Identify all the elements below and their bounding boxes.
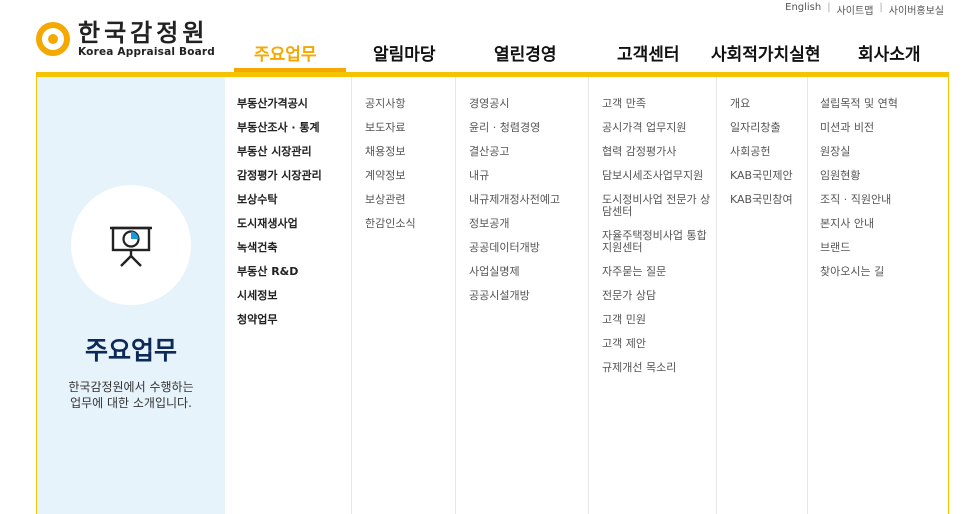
menu-column-social-value: 개요일자리창출사회공헌 KAB국민제안 KAB국민참여 <box>716 77 807 514</box>
menu-item[interactable]: 공공데이터개방 <box>469 242 588 254</box>
menu-item[interactable]: 감정평가 시장관리 <box>237 170 351 182</box>
menu-item[interactable]: 보상수탁 <box>237 194 351 206</box>
section-description: 한국감정원에서 수행하는 업무에 대한 소개입니다. <box>37 379 225 411</box>
gnb-item-open-management[interactable]: 열린경영 <box>494 40 557 65</box>
menu-item[interactable]: 자주묻는 질문 <box>602 266 716 278</box>
menu-item[interactable]: 내규제개정사전예고 <box>469 194 588 206</box>
menu-item[interactable]: 도시정비사업 전문가 상담센터 <box>602 194 712 218</box>
mega-menu-intro: 주요업무 한국감정원에서 수행하는 업무에 대한 소개입니다. <box>37 77 225 514</box>
menu-item[interactable]: 보도자료 <box>365 122 455 134</box>
menu-item[interactable]: 본지사 안내 <box>820 218 949 230</box>
menu-item[interactable]: 녹색건축 <box>237 242 351 254</box>
menu-item[interactable]: 공지사항 <box>365 98 455 110</box>
gnb-item-customer-center[interactable]: 고객센터 <box>617 40 680 65</box>
menu-item[interactable]: 임원현황 <box>820 170 949 182</box>
section-title: 주요업무 <box>84 336 177 365</box>
menu-item[interactable]: 조직 · 직원안내 <box>820 194 949 206</box>
menu-column-open-management: 경영공시윤리 · 청렴경영결산공고내규내규제개정사전예고정보공개공공데이터개방사… <box>455 77 588 514</box>
main-navigation: 주요업무 알림마당 열린경영 고객센터 사회적가치실현 회사소개 <box>0 40 966 74</box>
menu-item[interactable]: 내규 <box>469 170 588 182</box>
menu-item[interactable]: 사회공헌 <box>730 146 807 158</box>
menu-item[interactable]: 부동산 R&D <box>237 266 351 278</box>
menu-item[interactable]: KAB국민참여 <box>730 194 807 206</box>
menu-item[interactable]: 윤리 · 청렴경영 <box>469 122 588 134</box>
cyber-pr-link[interactable]: 사이버홍보실 <box>889 2 944 17</box>
description-line: 업무에 대한 소개입니다. <box>70 396 192 410</box>
menu-item[interactable]: 부동산가격공시 <box>237 98 351 110</box>
menu-item[interactable]: 설립목적 및 연혁 <box>820 98 949 110</box>
menu-item[interactable]: 공공시설개방 <box>469 290 588 302</box>
gnb-item-notice[interactable]: 알림마당 <box>373 40 436 65</box>
menu-item[interactable]: 부동산 시장관리 <box>237 146 351 158</box>
menu-item[interactable]: KAB국민제안 <box>730 170 807 182</box>
icon-circle <box>71 185 191 305</box>
description-line: 한국감정원에서 수행하는 <box>68 380 194 394</box>
menu-column-main-business: 부동산가격공시부동산조사 · 통계부동산 시장관리감정평가 시장관리보상수탁도시… <box>225 77 351 514</box>
menu-item[interactable]: 결산공고 <box>469 146 588 158</box>
menu-item[interactable]: 규제개선 목소리 <box>602 362 716 374</box>
menu-item[interactable]: 시세정보 <box>237 290 351 302</box>
gnb-item-social-value[interactable]: 사회적가치실현 <box>711 40 820 65</box>
english-link[interactable]: English <box>785 2 821 17</box>
divider: | <box>827 2 831 13</box>
menu-item[interactable]: 한감인소식 <box>365 218 455 230</box>
menu-item[interactable]: 정보공개 <box>469 218 588 230</box>
menu-item[interactable]: 부동산조사 · 통계 <box>237 122 351 134</box>
menu-item[interactable]: 보상관련 <box>365 194 455 206</box>
menu-item[interactable]: 사업실명제 <box>469 266 588 278</box>
menu-item[interactable]: 협력 감정평가사 <box>602 146 716 158</box>
menu-item[interactable]: 원장실 <box>820 146 949 158</box>
utility-links: English | 사이트맵 | 사이버홍보실 <box>785 2 944 17</box>
menu-item[interactable]: 전문가 상담 <box>602 290 716 302</box>
gnb-item-company[interactable]: 회사소개 <box>858 40 921 65</box>
menu-item[interactable]: 담보시세조사업무지원 <box>602 170 716 182</box>
menu-item[interactable]: 고객 만족 <box>602 98 716 110</box>
menu-column-notice: 공지사항보도자료채용정보계약정보보상관련한감인소식 <box>351 77 455 514</box>
menu-item[interactable]: 일자리창출 <box>730 122 807 134</box>
menu-column-customer-center: 고객 만족공시가격 업무지원협력 감정평가사담보시세조사업무지원도시정비사업 전… <box>588 77 716 514</box>
menu-item[interactable]: 고객 민원 <box>602 314 716 326</box>
menu-item[interactable]: 공시가격 업무지원 <box>602 122 716 134</box>
menu-column-company: 설립목적 및 연혁미션과 비전원장실임원현황조직 · 직원안내본지사 안내브랜드… <box>807 77 949 514</box>
gnb-item-main-business[interactable]: 주요업무 <box>254 40 317 65</box>
menu-item[interactable]: 도시재생사업 <box>237 218 351 230</box>
menu-item[interactable]: 계약정보 <box>365 170 455 182</box>
menu-item[interactable]: 개요 <box>730 98 807 110</box>
sitemap-link[interactable]: 사이트맵 <box>837 2 874 17</box>
menu-item[interactable]: 자율주택정비사업 통합지원센터 <box>602 230 712 254</box>
menu-item[interactable]: 채용정보 <box>365 146 455 158</box>
menu-item[interactable]: 경영공시 <box>469 98 588 110</box>
menu-item[interactable]: 고객 제안 <box>602 338 716 350</box>
menu-item[interactable]: 브랜드 <box>820 242 949 254</box>
menu-item[interactable]: 청약업무 <box>237 314 351 326</box>
menu-item[interactable]: 찾아오시는 길 <box>820 266 949 278</box>
menu-item[interactable]: 미션과 비전 <box>820 122 949 134</box>
presentation-chart-icon <box>110 226 152 267</box>
divider: | <box>879 2 883 13</box>
mega-menu-panel: 주요업무 한국감정원에서 수행하는 업무에 대한 소개입니다. 부동산가격공시 부… <box>36 72 949 514</box>
